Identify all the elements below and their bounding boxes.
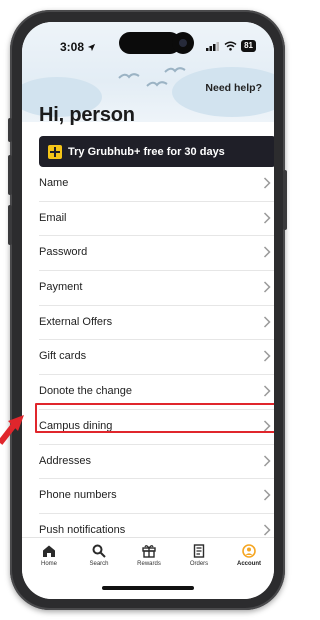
tab-label: Rewards — [137, 561, 161, 567]
phone-volume-up-button — [8, 155, 12, 195]
menu-item-password[interactable]: Password — [39, 236, 274, 272]
receipt-icon — [193, 544, 205, 558]
menu-item-label: Payment — [39, 281, 83, 294]
chevron-right-icon — [263, 350, 271, 362]
campus-dining-highlight-box — [35, 403, 274, 433]
phone-silent-switch — [8, 118, 12, 142]
wifi-icon — [224, 41, 237, 51]
menu-item-label: Name — [39, 177, 69, 189]
status-time: 3:08 — [60, 40, 96, 54]
tab-label: Search — [89, 561, 109, 567]
chevron-right-icon — [263, 246, 271, 258]
tab-rewards[interactable]: Rewards — [124, 544, 174, 567]
location-arrow-icon — [88, 43, 96, 52]
chevron-right-icon — [263, 177, 271, 189]
menu-item-email[interactable]: Email — [39, 202, 274, 237]
menu-item-label: Push notifications — [39, 523, 126, 536]
tab-orders[interactable]: Orders — [174, 544, 224, 567]
tab-home[interactable]: Home — [24, 544, 74, 567]
grubhub-plus-icon — [48, 144, 62, 159]
menu-item-label: Addresses — [39, 454, 91, 467]
tab-search[interactable]: Search — [74, 544, 124, 567]
menu-item-external-offers[interactable]: External Offers — [39, 306, 274, 341]
chevron-right-icon — [263, 316, 271, 328]
account-menu-list: Name Email Password Payment External Off… — [22, 167, 274, 549]
menu-item-addresses[interactable]: Addresses — [39, 445, 274, 480]
menu-item-label: External Offers — [39, 315, 113, 328]
red-pointer-arrow-icon — [0, 415, 24, 445]
home-indicator — [102, 586, 194, 590]
birds-decoration — [118, 67, 186, 87]
menu-item-label: Donote the change — [39, 385, 132, 398]
search-icon — [92, 544, 106, 558]
status-indicators: 81 — [206, 40, 256, 52]
menu-item-label: Password — [39, 246, 88, 259]
gift-icon — [142, 545, 156, 558]
chevron-right-icon — [263, 524, 271, 536]
tab-label: Orders — [189, 561, 209, 567]
chevron-right-icon — [263, 489, 271, 501]
chevron-right-icon — [263, 281, 271, 293]
menu-item-label: Email — [39, 211, 67, 224]
phone-screen: 3:08 81 Need help? Hi, person Try Grubhu… — [22, 22, 274, 599]
menu-item-name[interactable]: Name — [39, 167, 274, 202]
chevron-right-icon — [263, 454, 271, 467]
account-icon — [242, 544, 256, 558]
phone-volume-down-button — [8, 205, 12, 245]
home-icon — [43, 545, 55, 557]
tab-account[interactable]: Account — [224, 544, 274, 567]
menu-item-gift-cards[interactable]: Gift cards — [39, 340, 274, 376]
menu-item-label: Gift cards — [39, 350, 87, 363]
promo-label: Try Grubhub+ free for 30 days — [68, 145, 225, 158]
signal-icon — [206, 42, 220, 51]
grubhub-plus-promo-button[interactable]: Try Grubhub+ free for 30 days — [39, 136, 274, 167]
page-title: Hi, person — [39, 104, 135, 126]
chevron-right-icon — [263, 212, 271, 224]
phone-power-button — [283, 170, 287, 230]
front-camera — [172, 32, 194, 54]
tab-label: Account — [237, 561, 261, 567]
battery-indicator: 81 — [241, 40, 256, 52]
need-help-link[interactable]: Need help? — [205, 82, 262, 94]
menu-item-label: Phone numbers — [39, 489, 117, 502]
tab-label: Home — [40, 561, 57, 567]
chevron-right-icon — [263, 385, 271, 397]
menu-item-payment[interactable]: Payment — [39, 271, 274, 306]
menu-item-phone-numbers[interactable]: Phone numbers — [39, 479, 274, 514]
